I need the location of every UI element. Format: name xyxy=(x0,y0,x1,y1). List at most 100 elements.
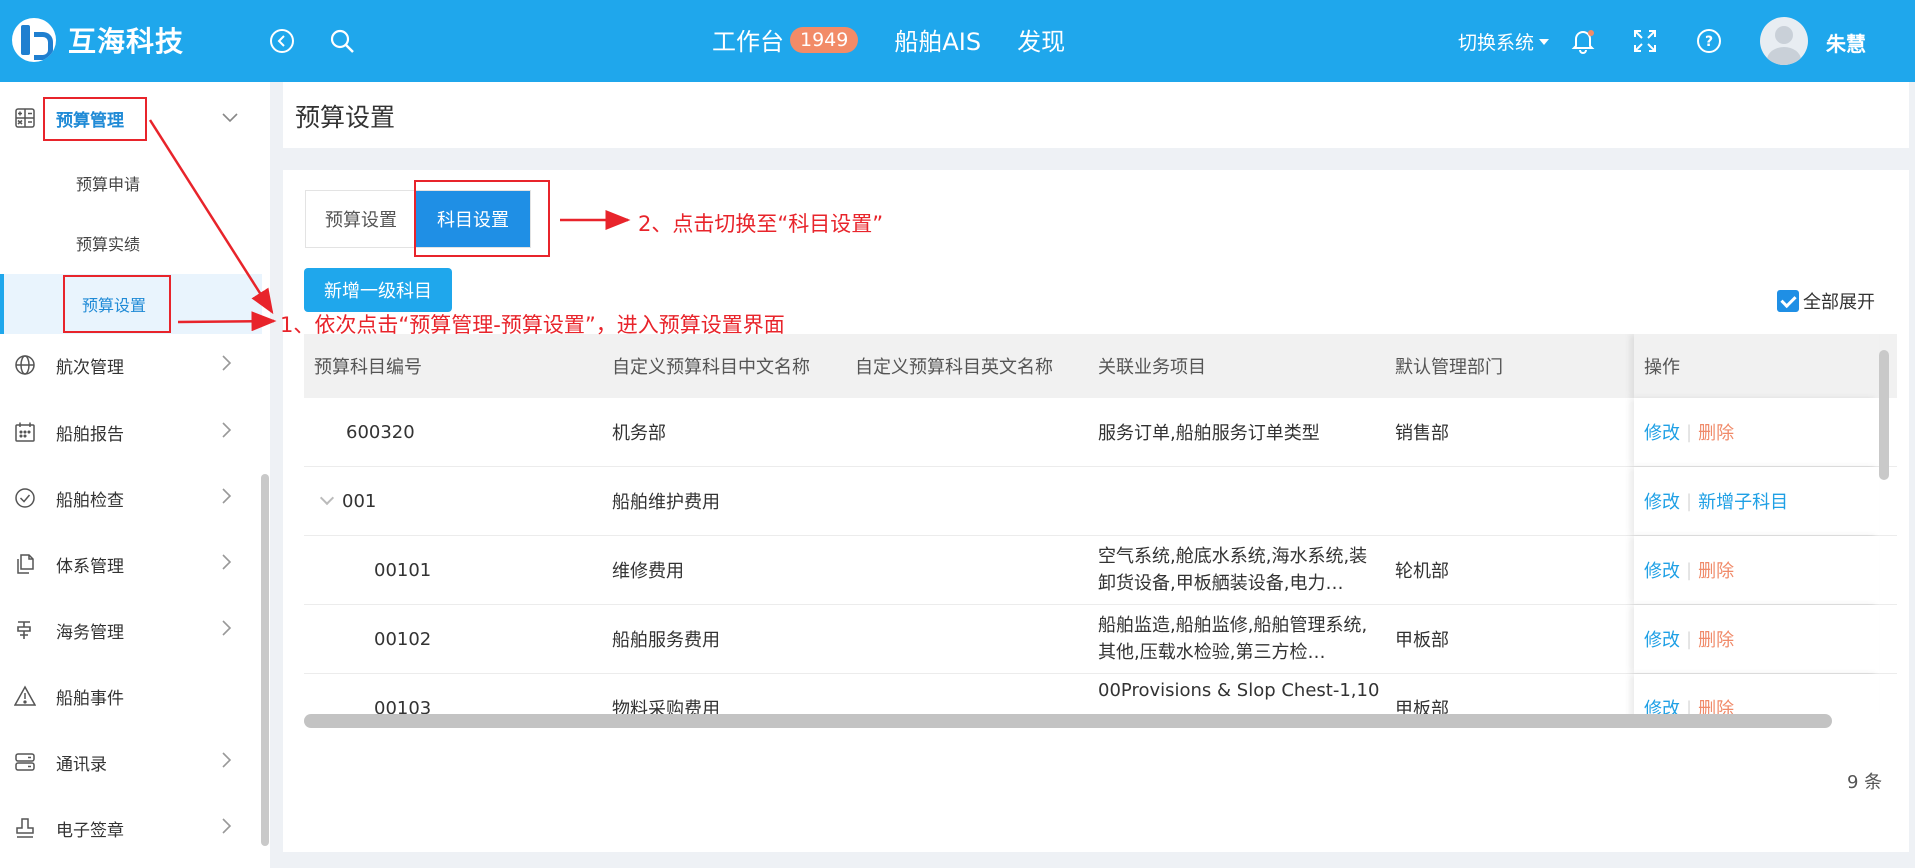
subject-code: 00102 xyxy=(374,628,432,650)
nav-ship-ais[interactable]: 船舶AIS xyxy=(894,22,981,57)
subject-code: 600320 xyxy=(346,421,415,443)
delete-link[interactable]: 删除 xyxy=(1698,557,1734,583)
table-row: 00103 物料采购费用 00Provisions & Slop Chest-1… xyxy=(304,674,1897,714)
chevron-right-icon xyxy=(222,487,232,509)
column-header: 关联业务项目 xyxy=(1098,357,1206,378)
bell-icon[interactable] xyxy=(1566,24,1600,58)
calculator-icon xyxy=(12,105,38,131)
fullscreen-icon[interactable] xyxy=(1628,24,1662,58)
table-row: 00101 维修费用 空气系统,舱底水系统,海水系统,装卸货设备,甲板舾装设备,… xyxy=(304,536,1897,605)
edit-link[interactable]: 修改 xyxy=(1644,626,1680,652)
checkbox-checked-icon xyxy=(1777,290,1799,312)
avatar[interactable] xyxy=(1760,17,1808,65)
op-column-header: 操作 xyxy=(1634,334,1879,398)
default-department: 甲板部 xyxy=(1395,699,1449,714)
row-actions: 修改 | 删除 xyxy=(1634,605,1879,673)
warning-icon xyxy=(12,683,38,709)
default-department: 甲板部 xyxy=(1395,630,1449,651)
edit-link[interactable]: 修改 xyxy=(1644,557,1680,583)
row-actions: 修改 | 删除 xyxy=(1634,536,1879,604)
edit-link[interactable]: 修改 xyxy=(1644,419,1680,445)
annotation-step2: 2、点击切换至“科目设置” xyxy=(638,212,884,236)
related-projects: 服务订单,船舶服务订单类型 xyxy=(1098,423,1320,444)
delete-link[interactable]: 删除 xyxy=(1698,695,1734,714)
row-actions: 修改 | 删除 xyxy=(1634,398,1879,466)
column-header: 自定义预算科目英文名称 xyxy=(855,357,1053,378)
expand-all-checkbox[interactable]: 全部展开 xyxy=(1777,288,1875,314)
sidebar-subitem-label: 预算申请 xyxy=(76,175,141,194)
calendar-icon xyxy=(12,419,38,445)
related-projects: 00Provisions & Slop Chest-1,10 xyxy=(1098,680,1380,701)
sidebar-scrollbar[interactable] xyxy=(261,474,269,846)
subject-cn-name: 机务部 xyxy=(612,423,666,444)
back-icon[interactable] xyxy=(265,24,299,58)
subject-code: 001 xyxy=(342,490,377,512)
sidebar-subitem-budget-application[interactable]: 预算申请 xyxy=(0,156,262,210)
stamp-icon xyxy=(12,815,38,841)
table-horizontal-scrollbar[interactable] xyxy=(304,714,1832,728)
sidebar-item-ship-report[interactable]: 船舶报告 xyxy=(0,402,260,462)
chevron-right-icon xyxy=(222,421,232,443)
check-circle-icon xyxy=(12,485,38,511)
row-actions: 修改 | 新增子科目 xyxy=(1634,467,1879,535)
chevron-right-icon xyxy=(222,354,232,376)
page-title: 预算设置 xyxy=(295,103,396,132)
sidebar-item-label: 船舶事件 xyxy=(56,688,124,709)
add-child-subject-link[interactable]: 新增子科目 xyxy=(1698,488,1788,514)
help-icon[interactable]: ? xyxy=(1692,24,1726,58)
nav-workbench-label: 工作台 xyxy=(712,28,784,56)
nav-workbench[interactable]: 工作台 1949 xyxy=(712,22,859,57)
sidebar-item-label: 体系管理 xyxy=(56,556,124,577)
column-header: 自定义预算科目中文名称 xyxy=(612,357,810,378)
action-divider: | xyxy=(1686,697,1693,715)
column-header: 默认管理部门 xyxy=(1395,357,1503,378)
app-logo[interactable]: 互海科技 xyxy=(12,18,184,62)
action-divider: | xyxy=(1686,421,1693,443)
edit-link[interactable]: 修改 xyxy=(1644,695,1680,714)
main-nav: 工作台 1949 船舶AIS 发现 xyxy=(712,22,1101,57)
delete-link[interactable]: 删除 xyxy=(1698,626,1734,652)
sidebar-item-label: 船舶报告 xyxy=(56,424,124,445)
sidebar-item-ship-inspection[interactable]: 船舶检查 xyxy=(0,468,260,528)
sidebar-subitem-label: 预算实绩 xyxy=(76,235,141,254)
user-name[interactable]: 朱慧 xyxy=(1826,28,1866,57)
table-row: 001 船舶维护费用 修改 | 新增子科目 xyxy=(304,467,1897,536)
subject-cn-name: 船舶服务费用 xyxy=(612,630,720,651)
annotation-box-budget-settings xyxy=(63,275,171,333)
sidebar: 预算管理 预算申请 预算实绩 预算设置 航次管理 船舶报告 船舶检查 体系管理 … xyxy=(0,82,270,868)
sidebar-item-label: 通讯录 xyxy=(56,754,107,775)
sidebar-subitem-budget-actuals[interactable]: 预算实绩 xyxy=(0,216,262,270)
sidebar-item-ship-events[interactable]: 船舶事件 xyxy=(0,666,260,726)
chevron-right-icon xyxy=(222,619,232,641)
edit-link[interactable]: 修改 xyxy=(1644,488,1680,514)
annotation-step1: 1、依次点击“预算管理-预算设置”，进入预算设置界面 xyxy=(280,313,785,337)
sidebar-item-contacts[interactable]: 通讯录 xyxy=(0,732,260,792)
sidebar-item-label: 电子签章 xyxy=(56,820,124,841)
logo-icon xyxy=(12,18,56,62)
subject-cn-name: 物料采购费用 xyxy=(612,699,720,714)
sidebar-item-label: 船舶检查 xyxy=(56,490,124,511)
tab-budget-settings[interactable]: 预算设置 xyxy=(306,191,416,247)
sidebar-item-marine-management[interactable]: 海务管理 xyxy=(0,600,260,660)
table-row: 00102 船舶服务费用 船舶监造,船舶监修,船舶管理系统,其他,压载水检验,第… xyxy=(304,605,1897,674)
related-projects-cell: 空气系统,舱底水系统,海水系统,装卸货设备,甲板舾装设备,电力… xyxy=(1098,536,1378,604)
table-vertical-scrollbar[interactable] xyxy=(1879,350,1889,480)
annotation-box-subject-settings xyxy=(414,180,550,257)
nav-discover-label: 发现 xyxy=(1017,28,1066,56)
delete-link[interactable]: 删除 xyxy=(1698,419,1734,445)
sidebar-item-system-management[interactable]: 体系管理 xyxy=(0,534,260,594)
expand-all-label: 全部展开 xyxy=(1803,292,1875,313)
nav-discover[interactable]: 发现 xyxy=(1017,22,1065,57)
action-divider: | xyxy=(1686,559,1693,581)
search-icon[interactable] xyxy=(325,24,359,58)
default-department: 销售部 xyxy=(1395,423,1449,444)
sidebar-item-e-signature[interactable]: 电子签章 xyxy=(0,798,260,858)
sidebar-item-voyage-management[interactable]: 航次管理 xyxy=(0,335,260,395)
expand-row-chevron-icon[interactable] xyxy=(319,490,335,506)
total-count: 9 条 xyxy=(1847,772,1883,793)
add-top-level-subject-button[interactable]: 新增一级科目 xyxy=(304,268,452,312)
system-switch-label: 切换系统 xyxy=(1458,32,1535,54)
system-switch-dropdown[interactable]: 切换系统 xyxy=(1458,28,1550,55)
table-header: 预算科目编号 自定义预算科目中文名称 自定义预算科目英文名称 关联业务项目 默认… xyxy=(304,334,1897,398)
subject-code-cell: 001 xyxy=(318,467,376,535)
